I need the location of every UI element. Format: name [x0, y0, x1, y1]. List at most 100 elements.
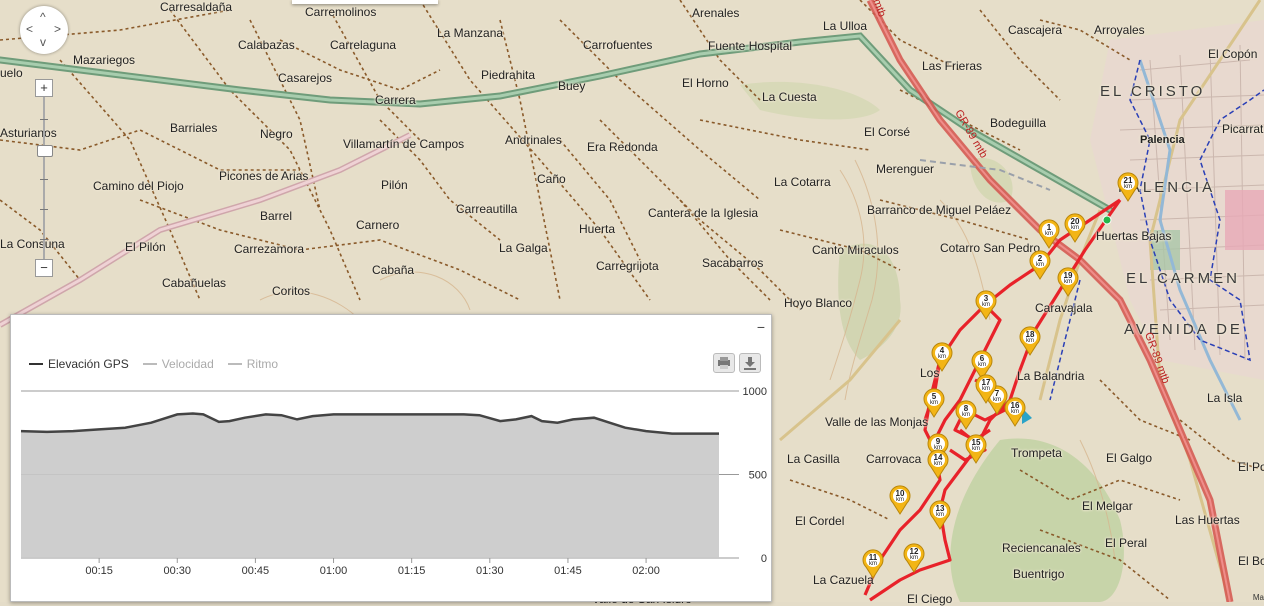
km-unit: km	[1026, 338, 1034, 344]
place-label: Caravajala	[1035, 301, 1093, 315]
elevation-area	[21, 413, 719, 558]
place-label: Barriales	[170, 121, 218, 135]
km-marker[interactable]: 17 km	[974, 374, 998, 404]
place-label: Arroyales	[1094, 23, 1145, 37]
pan-down-icon[interactable]: v	[40, 35, 46, 49]
km-marker[interactable]: 3 km	[974, 290, 998, 320]
place-label: Merenguer	[876, 162, 935, 176]
place-label: Carregrijota	[596, 259, 659, 273]
place-label: El Pilón	[125, 240, 166, 254]
km-marker[interactable]: 10 km	[888, 485, 912, 515]
km-marker[interactable]: 20 km	[1063, 213, 1087, 243]
km-marker-label: 12 km	[902, 548, 926, 562]
km-unit: km	[1071, 225, 1079, 231]
pan-control[interactable]: ^ < > v	[20, 6, 68, 54]
place-label: La Ulloa	[823, 19, 868, 33]
place-label: Hoyo Blanco	[784, 296, 853, 310]
zoom-out-button[interactable]: −	[35, 259, 53, 277]
km-unit: km	[962, 412, 970, 418]
place-label: Caño	[537, 172, 566, 186]
elevation-panel: − Elevación GPS Velocidad Ritmo 1000 500 0…	[10, 314, 772, 602]
km-marker[interactable]: 11 km	[861, 549, 885, 579]
km-unit: km	[1045, 231, 1053, 237]
km-marker-label: 8 km	[954, 405, 978, 419]
place-label: El Po	[1238, 460, 1264, 474]
zoom-control[interactable]: + −	[35, 79, 53, 277]
pan-up-icon[interactable]: ^	[40, 10, 46, 24]
place-label: El Ciego	[907, 592, 953, 606]
km-marker[interactable]: 12 km	[902, 543, 926, 573]
place-label: El Bo	[1238, 554, 1264, 568]
place-label: La Isla	[1207, 391, 1243, 405]
y-tick-label: 0	[761, 553, 767, 565]
x-tick-label: 01:45	[554, 565, 582, 577]
place-label: Carrera	[375, 93, 416, 107]
km-marker[interactable]: 5 km	[922, 388, 946, 418]
place-label: Las Huertas	[1175, 513, 1240, 527]
km-unit: km	[1011, 409, 1019, 415]
zoom-in-button[interactable]: +	[35, 79, 53, 97]
km-unit: km	[1064, 279, 1072, 285]
km-unit: km	[978, 362, 986, 368]
km-marker-label: 15 km	[964, 439, 988, 453]
km-unit: km	[982, 302, 990, 308]
km-unit: km	[910, 555, 918, 561]
km-marker[interactable]: 8 km	[954, 400, 978, 430]
km-marker-label: 21 km	[1116, 177, 1140, 191]
place-label: El Copón	[1208, 47, 1258, 61]
km-marker[interactable]: 13 km	[928, 500, 952, 530]
km-marker-label: 19 km	[1056, 272, 1080, 286]
place-label: Picones de Arias	[219, 169, 309, 183]
place-label: Piedrahita	[481, 68, 536, 82]
place-label: Villamartín de Campos	[343, 137, 465, 151]
pan-left-icon[interactable]: <	[26, 22, 33, 36]
y-tick-label: 500	[749, 470, 767, 482]
elevation-chart[interactable]: 1000 500 0 00:15 00:30 00:45 01:00 01:15 01:30 01…	[11, 315, 771, 601]
km-marker[interactable]: 21 km	[1116, 172, 1140, 202]
km-marker[interactable]: 18 km	[1018, 326, 1042, 356]
place-label: Carnero	[356, 218, 400, 232]
place-label: Carrezamora	[234, 242, 305, 256]
x-tick-label: 00:15	[85, 565, 113, 577]
km-marker-label: 3 km	[974, 295, 998, 309]
place-label: Cabañuelas	[162, 276, 227, 290]
km-unit: km	[972, 446, 980, 452]
place-label: El Galgo	[1106, 451, 1153, 465]
km-marker-label: 2 km	[1028, 255, 1052, 269]
place-label: Coritos	[272, 284, 311, 298]
km-marker[interactable]: 1 km	[1037, 219, 1061, 249]
pan-right-icon[interactable]: >	[54, 22, 61, 36]
place-label: El Cordel	[795, 514, 845, 528]
km-marker-label: 20 km	[1063, 218, 1087, 232]
km-marker[interactable]: 15 km	[964, 434, 988, 464]
place-label: El Horno	[682, 76, 729, 90]
place-label: Andrinales	[505, 133, 562, 147]
km-marker-label: 11 km	[861, 554, 885, 568]
km-marker[interactable]: 2 km	[1028, 250, 1052, 280]
place-label: La Balandria	[1017, 369, 1085, 383]
place-label: Bodeguilla	[990, 116, 1047, 130]
place-label: El Melgar	[1082, 499, 1133, 513]
zoom-slider-thumb[interactable]	[37, 145, 53, 157]
place-label: Trompeta	[1011, 446, 1062, 460]
zoom-track[interactable]	[43, 97, 45, 259]
place-label: Casarejos	[278, 71, 333, 85]
km-marker[interactable]: 16 km	[1003, 397, 1027, 427]
place-label: Reciencanales	[1002, 541, 1081, 555]
km-marker[interactable]: 4 km	[930, 342, 954, 372]
x-tick-label: 01:15	[398, 565, 426, 577]
place-label: Carreautilla	[456, 202, 518, 216]
place-label: Pilón	[381, 178, 408, 192]
km-marker-label: 4 km	[930, 347, 954, 361]
km-marker-label: 1 km	[1037, 224, 1061, 238]
km-marker[interactable]: 19 km	[1056, 267, 1080, 297]
place-label: Buey	[558, 79, 586, 93]
place-label: Carremolinos	[305, 5, 377, 19]
km-unit: km	[934, 461, 942, 467]
km-marker-label: 13 km	[928, 505, 952, 519]
place-label: Carrovaca	[866, 452, 922, 466]
zoom-tick	[40, 209, 48, 210]
place-label: Cabaña	[372, 263, 415, 277]
place-label: La Cotarra	[774, 175, 831, 189]
km-marker[interactable]: 14 km	[926, 449, 950, 479]
